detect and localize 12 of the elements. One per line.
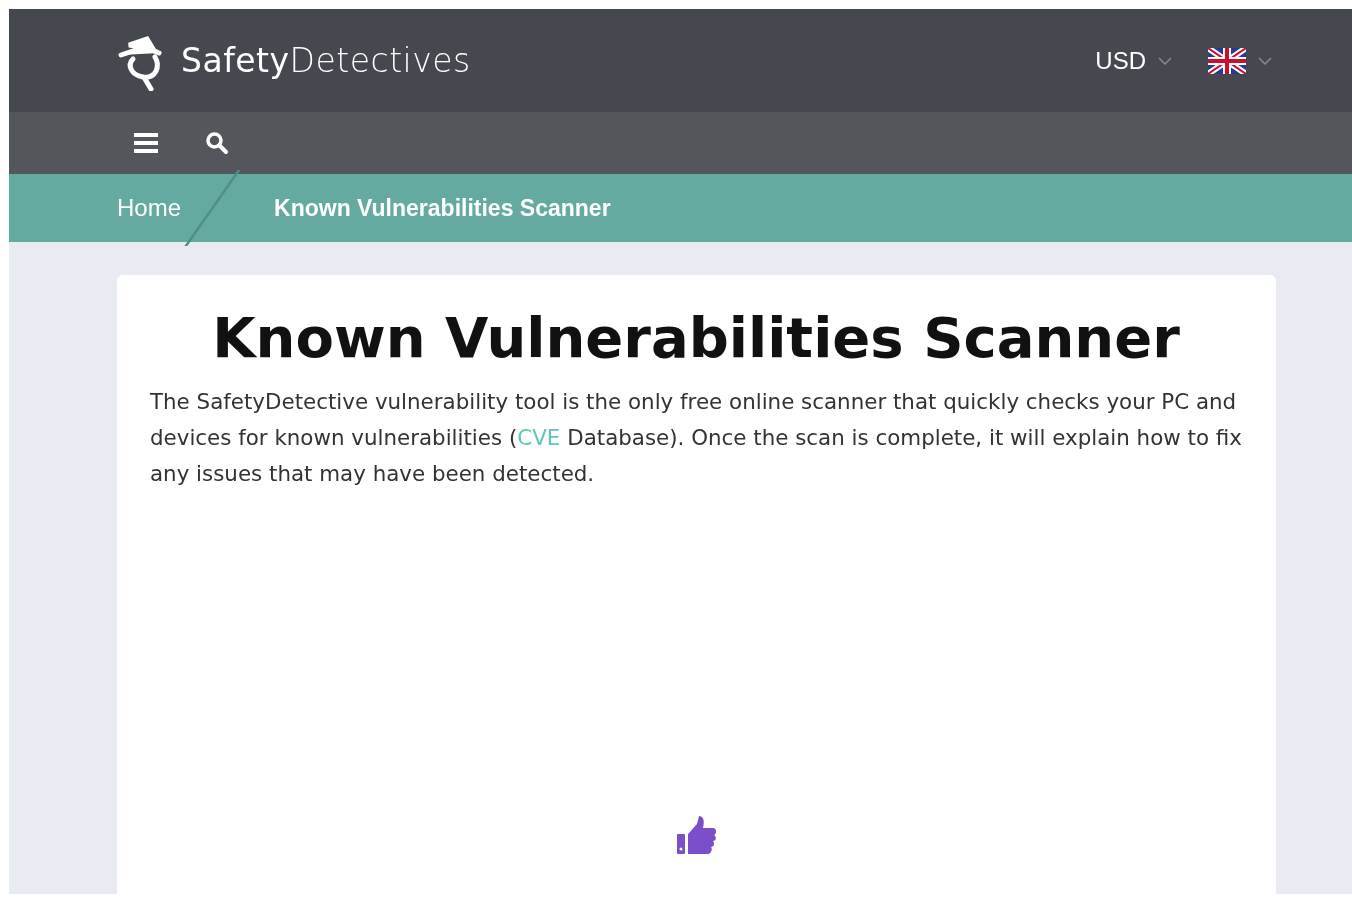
caret-icon (1258, 56, 1272, 65)
search-icon[interactable] (205, 131, 229, 155)
flag-icon (1208, 47, 1246, 74)
currency-dropdown[interactable]: USD (1095, 46, 1172, 75)
thumbs-up-icon (675, 814, 717, 856)
menu-icon[interactable] (133, 132, 159, 154)
intro-paragraph: The SafetyDetective vulnerability tool is the only free online scanner that quickly checks your PC and devices for known vulnerabilities (CVE Database). Once the scan is complete, it will explain how to fix any issues that may have been detected. (150, 388, 1242, 488)
site-logo[interactable]: SafetyDetectives (181, 41, 471, 80)
page-title: Known Vulnerabilities Scanner (211, 305, 1181, 370)
breadcrumb-current: Known Vulnerabilities Scanner (274, 194, 611, 222)
language-dropdown[interactable] (1208, 47, 1272, 74)
caret-icon (1158, 56, 1172, 65)
